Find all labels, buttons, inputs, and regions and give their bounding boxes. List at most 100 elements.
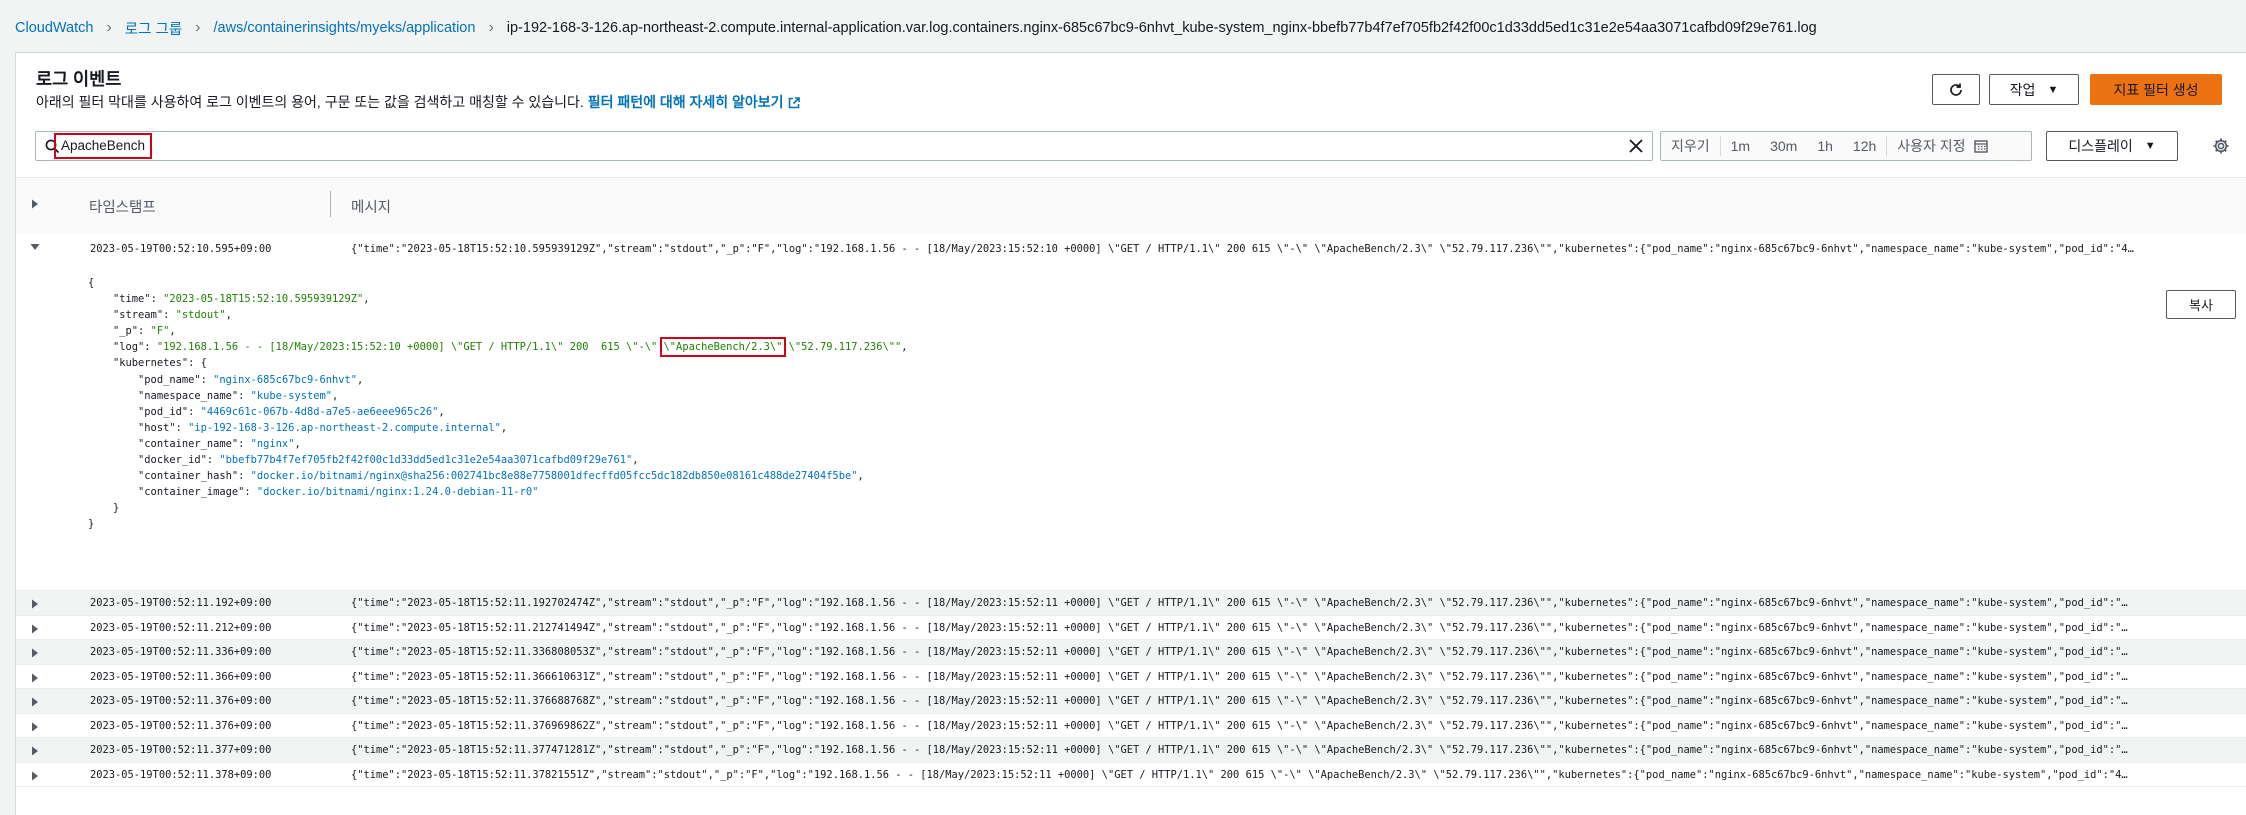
breadcrumb: CloudWatch › 로그 그룹 › /aws/containerinsig… (15, 17, 1817, 39)
learn-more-link[interactable]: 필터 패턴에 대해 자세히 알아보기 (588, 94, 800, 110)
event-timestamp: 2023-05-19T00:52:11.192+09:00 (90, 597, 272, 609)
event-message[interactable]: {"time":"2023-05-18T15:52:10.595939129Z"… (351, 243, 2241, 255)
clear-icon[interactable] (1628, 138, 1644, 154)
json-value: "192.168.1.56 - - [18/May/2023:15:52:10 … (156, 341, 664, 354)
json-value: "F" (150, 325, 170, 338)
json-key: "_p": (113, 325, 151, 338)
event-message[interactable]: {"time":"2023-05-18T15:52:11.377471281Z"… (351, 744, 2241, 756)
time-option-custom[interactable]: 사용자 지정 (1887, 136, 1975, 156)
log-event-row[interactable]: 2023-05-19T00:52:11.376+09:00 {"time":"20… (16, 689, 2246, 714)
event-message[interactable]: {"time":"2023-05-18T15:52:11.192702474Z"… (351, 597, 2241, 609)
display-dropdown[interactable]: 디스플레이 ▼ (2046, 131, 2178, 161)
event-message[interactable]: {"time":"2023-05-18T15:52:11.366610631Z"… (351, 671, 2241, 683)
event-message[interactable]: {"time":"2023-05-18T15:52:11.376688768Z"… (351, 695, 2241, 707)
create-metric-filter-button[interactable]: 지표 필터 생성 (2090, 74, 2222, 105)
actions-label: 작업 (2009, 81, 2036, 98)
gear-icon[interactable] (2212, 137, 2230, 155)
page-description: 아래의 필터 막대를 사용하여 로그 이벤트의 용어, 구문 또는 값을 검색하… (36, 92, 800, 112)
json-value: "nginx-685c67bc9-6nhvt" (213, 373, 358, 386)
json-key: "time": (113, 293, 164, 306)
breadcrumb-cloudwatch[interactable]: CloudWatch (15, 20, 93, 36)
search-input[interactable]: ApacheBench (54, 133, 153, 159)
chevron-right-icon: › (106, 19, 112, 36)
copy-button[interactable]: 복사 (2166, 290, 2236, 319)
column-message[interactable]: 메시지 (351, 196, 391, 217)
event-timestamp: 2023-05-19T00:52:11.376+09:00 (90, 719, 272, 732)
event-message[interactable]: {"time":"2023-05-18T15:52:11.376969862Z"… (351, 720, 2241, 732)
column-divider (330, 191, 331, 217)
expand-all-icon[interactable] (30, 199, 40, 209)
event-message[interactable]: {"time":"2023-05-18T15:52:11.37821551Z",… (351, 769, 2241, 781)
time-option-12h[interactable]: 12h (1843, 138, 1886, 154)
json-value: "ip-192-168-3-126.ap-northeast-2.compute… (188, 421, 501, 434)
json-brace: } (113, 502, 120, 515)
json-value: "nginx" (250, 437, 295, 450)
log-event-row[interactable]: 2023-05-19T00:52:11.376+09:00 {"time":"20… (16, 714, 2246, 738)
event-timestamp: 2023-05-19T00:52:11.212+09:00 (90, 621, 272, 634)
event-timestamp: 2023-05-19T00:52:11.378+09:00 (90, 768, 272, 781)
breadcrumb-log-groups[interactable]: 로그 그룹 (125, 18, 182, 39)
actions-dropdown[interactable]: 작업 ▼ (1989, 74, 2079, 105)
refresh-button[interactable] (1932, 74, 1980, 105)
refresh-icon (1950, 83, 1962, 96)
json-value: "docker.io/bitnami/nginx@sha256:002741bc… (250, 470, 858, 483)
json-key: "kubernetes": { (113, 357, 207, 370)
event-json-detail: { "time": "2023-05-18T15:52:10.595939129… (88, 277, 908, 531)
search-match-highlight: \"ApacheBench/2.3\" (659, 337, 787, 358)
column-timestamp[interactable]: 타임스탬프 (89, 196, 156, 217)
learn-more-label: 필터 패턴에 대해 자세히 알아보기 (587, 94, 784, 110)
breadcrumb-log-group[interactable]: /aws/containerinsights/myeks/application (214, 20, 476, 36)
breadcrumb-current: ip-192-168-3-126.ap-northeast-2.compute.… (506, 20, 1817, 36)
time-option-1h[interactable]: 1h (1807, 138, 1843, 154)
expand-icon[interactable] (30, 624, 40, 634)
event-timestamp: 2023-05-19T00:52:11.366+09:00 (90, 670, 272, 683)
time-option-30m[interactable]: 30m (1760, 138, 1807, 154)
json-key: "container_hash": (138, 470, 251, 483)
log-event-row[interactable]: 2023-05-19T00:52:11.378+09:00 {"time":"20… (16, 763, 2246, 787)
json-value: "kube-system" (250, 389, 332, 402)
json-value: "4469c61c-067b-4d8d-a7e5-ae6eee965c26" (200, 405, 439, 418)
log-event-row[interactable]: 2023-05-19T00:52:11.212+09:00 {"time":"20… (16, 616, 2246, 640)
json-key: "host": (138, 421, 189, 434)
log-event-row[interactable]: 2023-05-19T00:52:11.192+09:00 {"time":"20… (16, 591, 2246, 616)
chevron-right-icon: › (488, 19, 494, 36)
time-option-1m[interactable]: 1m (1721, 138, 1760, 154)
event-timestamp: 2023-05-19T00:52:10.595+09:00 (90, 243, 272, 255)
caret-down-icon: ▼ (2144, 140, 2156, 152)
expand-icon[interactable] (30, 697, 40, 707)
expand-icon[interactable] (30, 599, 40, 609)
json-key: "log": (113, 341, 157, 354)
collapse-icon[interactable] (30, 242, 40, 252)
event-timestamp: 2023-05-19T00:52:11.376+09:00 (90, 695, 272, 707)
event-message[interactable]: {"time":"2023-05-18T15:52:11.336808053Z"… (351, 646, 2241, 658)
log-event-row[interactable]: 2023-05-19T00:52:11.377+09:00 {"time":"20… (16, 738, 2246, 763)
log-event-row[interactable]: 2023-05-19T00:52:11.336+09:00 {"time":"20… (16, 640, 2246, 665)
expand-icon[interactable] (30, 648, 40, 658)
json-value: "bbefb77b4f7ef705fb2f42f00c1d33dd5ed1c31… (219, 454, 633, 467)
event-message[interactable]: {"time":"2023-05-18T15:52:11.212741494Z"… (351, 622, 2241, 634)
filter-search-box[interactable]: ApacheBench (35, 131, 1653, 161)
expand-icon[interactable] (30, 722, 40, 732)
log-event-row[interactable]: 2023-05-19T00:52:11.366+09:00 {"time":"20… (16, 665, 2246, 689)
expand-icon[interactable] (30, 746, 40, 756)
calendar-icon[interactable] (1973, 139, 1988, 153)
expand-icon[interactable] (30, 771, 40, 781)
time-range-selector: 지우기 1m 30m 1h 12h 사용자 지정 (1660, 131, 2032, 161)
json-value: "stdout" (175, 309, 226, 322)
caret-down-icon: ▼ (2047, 83, 2059, 96)
chevron-right-icon: › (195, 19, 201, 36)
json-brace: { (88, 277, 95, 289)
log-events-panel: 로그 이벤트 아래의 필터 막대를 사용하여 로그 이벤트의 용어, 구문 또는… (15, 52, 2246, 815)
json-key: "container_name": (138, 437, 251, 450)
json-key: "stream": (113, 309, 176, 322)
json-brace: } (88, 518, 95, 531)
event-timestamp: 2023-05-19T00:52:11.377+09:00 (90, 744, 272, 756)
json-key: "docker_id": (138, 454, 220, 467)
json-key: "namespace_name": (138, 389, 251, 402)
table-header: 타임스탬프 메시지 (16, 177, 2246, 234)
display-label: 디스플레이 (2068, 138, 2133, 154)
json-value: \"52.79.117.236\"" (782, 341, 902, 354)
time-clear-button[interactable]: 지우기 (1661, 136, 1720, 156)
json-key: "pod_id": (138, 405, 201, 418)
expand-icon[interactable] (30, 673, 40, 683)
